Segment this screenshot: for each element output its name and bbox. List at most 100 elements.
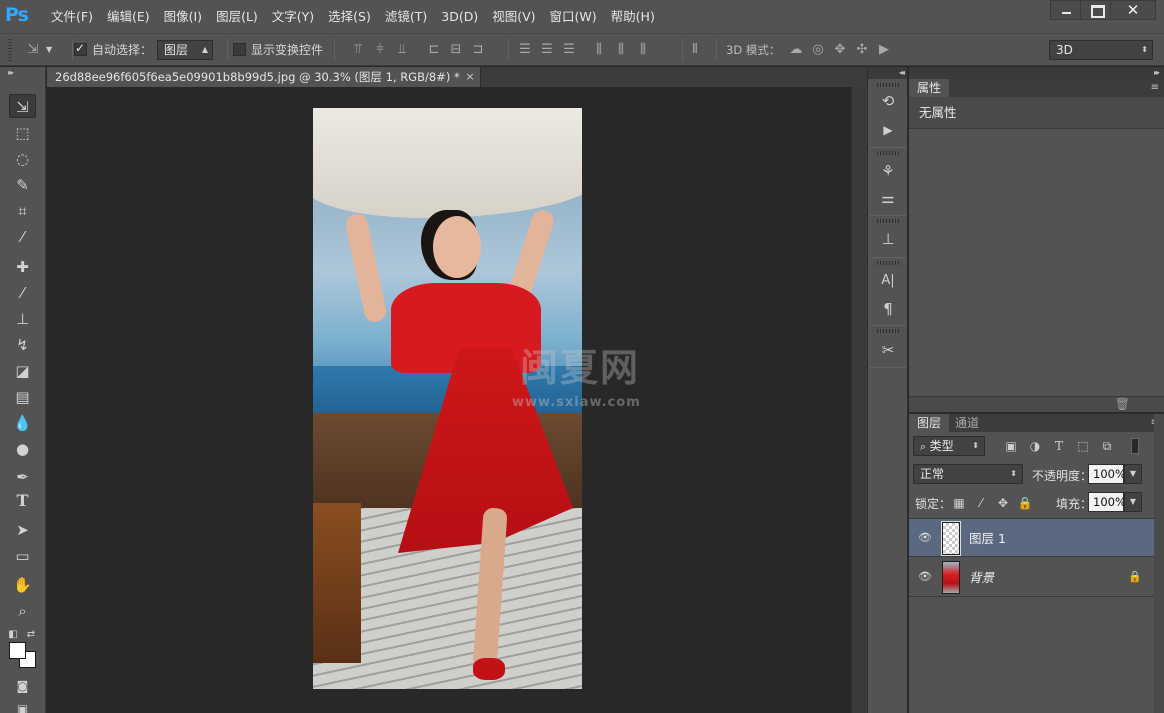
paragraph-panel-icon[interactable]: ¶ <box>876 298 900 320</box>
workspace-select[interactable]: 3D ⬍ <box>1049 39 1153 60</box>
clone-stamp-tool[interactable]: ⊥ <box>9 307 36 331</box>
history-brush-tool[interactable]: ↯ <box>9 333 36 357</box>
trash-icon[interactable]: 🗑 <box>1115 397 1130 411</box>
panel-menu-icon[interactable]: ≡ <box>1151 82 1159 93</box>
align-top-icon[interactable]: ⫪ <box>349 41 367 59</box>
blend-mode-select[interactable]: 正常 ⬍ <box>913 464 1023 484</box>
tab-channels[interactable]: 通道 <box>947 414 987 432</box>
crop-tool[interactable]: ⌗ <box>9 199 36 223</box>
align-bottom-icon[interactable]: ⫫ <box>393 41 411 59</box>
distribute-top-icon[interactable]: ☰ <box>516 41 534 59</box>
opacity-dropdown[interactable]: ▼ <box>1124 464 1142 484</box>
close-tab-icon[interactable]: × <box>466 67 475 87</box>
filter-smart-object-icon[interactable]: ⧉ <box>1099 438 1115 454</box>
tab-properties[interactable]: 属性 <box>909 79 950 97</box>
auto-select-checkbox[interactable] <box>74 41 87 56</box>
pen-tool[interactable]: ✒ <box>9 465 36 489</box>
layer-row-background[interactable]: 👁 背景 🔒 <box>909 558 1154 597</box>
type-tool[interactable]: T <box>9 491 36 515</box>
3d-orbit-icon[interactable]: ☁ <box>787 41 805 59</box>
menu-help[interactable]: 帮助(H) <box>604 0 662 33</box>
tool-preset-picker[interactable]: ⇲ ▼ <box>24 34 53 65</box>
brush-presets-icon[interactable]: ⚘ <box>876 160 900 182</box>
character-panel-icon[interactable]: A| <box>876 270 900 292</box>
menu-image[interactable]: 图像(I) <box>157 0 209 33</box>
layer-filter-kind-select[interactable]: ⌕ 类型 ⬍ <box>913 436 985 456</box>
align-hcenter-icon[interactable]: ⊟ <box>447 41 465 59</box>
menu-layer[interactable]: 图层(L) <box>209 0 265 33</box>
auto-select-toggle[interactable]: 自动选择： <box>74 34 152 65</box>
minimize-button[interactable] <box>1051 1 1081 19</box>
distribute-vcenter-icon[interactable]: ☰ <box>538 41 556 59</box>
distribute-hcenter-icon[interactable]: ⫼ <box>612 41 630 59</box>
menu-view[interactable]: 视图(V) <box>485 0 542 33</box>
lock-transparent-icon[interactable]: ▦ <box>951 495 967 511</box>
swap-colors-icon[interactable]: ⇄ <box>24 623 38 647</box>
filter-pixel-icon[interactable]: ▣ <box>1003 438 1019 454</box>
collapse-dock-icon[interactable]: ◂◂ <box>868 67 907 79</box>
distribute-right-icon[interactable]: ⫼ <box>634 41 652 59</box>
gradient-tool[interactable]: ▤ <box>9 385 36 409</box>
menu-window[interactable]: 窗口(W) <box>543 0 604 33</box>
align-right-icon[interactable]: ⊐ <box>469 41 487 59</box>
align-left-icon[interactable]: ⊏ <box>425 41 443 59</box>
opacity-input[interactable]: 100% <box>1088 464 1126 484</box>
visibility-eye-icon[interactable]: 👁 <box>918 531 932 545</box>
close-window-button[interactable]: ✕ <box>1111 1 1155 19</box>
collapse-panels-icon[interactable]: ▸▸ <box>1154 67 1160 79</box>
auto-align-layers-icon[interactable]: ⫴ <box>686 41 704 59</box>
marquee-tool[interactable]: ⬚ <box>9 121 36 145</box>
eraser-tool[interactable]: ◪ <box>9 359 36 383</box>
tab-layers[interactable]: 图层 <box>909 414 950 432</box>
align-vcenter-icon[interactable]: ⫩ <box>371 41 389 59</box>
eyedropper-tool[interactable]: ⁄ <box>9 225 36 249</box>
dock-grip[interactable] <box>877 329 899 333</box>
3d-pan-icon[interactable]: ✥ <box>831 41 849 59</box>
lock-position-icon[interactable]: ✥ <box>995 495 1011 511</box>
3d-slide-icon[interactable]: ✣ <box>853 41 871 59</box>
move-tool[interactable]: ⇲ <box>9 94 36 118</box>
fill-dropdown[interactable]: ▼ <box>1124 492 1142 512</box>
dock-grip[interactable] <box>877 261 899 265</box>
brush-tool[interactable]: ⁄ <box>9 281 36 305</box>
menu-select[interactable]: 选择(S) <box>321 0 378 33</box>
distribute-left-icon[interactable]: ⫼ <box>590 41 608 59</box>
3d-scale-icon[interactable]: ▶ <box>875 41 893 59</box>
dock-grip[interactable] <box>877 219 899 223</box>
clone-source-icon[interactable]: ⊥ <box>876 228 900 250</box>
menu-file[interactable]: 文件(F) <box>44 0 100 33</box>
history-panel-icon[interactable]: ⟲ <box>876 90 900 112</box>
filter-toggle-switch[interactable] <box>1131 438 1139 454</box>
foreground-color-swatch[interactable] <box>9 642 26 659</box>
visibility-eye-icon[interactable]: 👁 <box>918 570 932 584</box>
quick-selection-tool[interactable]: ✎ <box>9 173 36 197</box>
tool-presets-icon[interactable]: ✂ <box>876 339 900 361</box>
dock-grip[interactable] <box>877 83 899 87</box>
show-transform-checkbox[interactable] <box>233 43 246 56</box>
menu-3d[interactable]: 3D(D) <box>434 0 485 33</box>
adjustments-panel-icon[interactable]: ⚌ <box>876 187 900 209</box>
dock-grip[interactable] <box>877 151 899 155</box>
quick-mask-icon[interactable]: ◙ <box>9 674 36 698</box>
filter-adjustment-icon[interactable]: ◑ <box>1027 438 1043 454</box>
collapse-tools-icon[interactable]: ▸▸ <box>8 68 14 77</box>
path-selection-tool[interactable]: ➤ <box>9 518 36 542</box>
show-transform-toggle[interactable]: 显示变换控件 <box>233 34 323 65</box>
zoom-tool[interactable]: ⌕ <box>9 599 36 623</box>
filter-type-icon[interactable]: T <box>1051 438 1067 454</box>
blur-tool[interactable]: 💧 <box>9 411 36 435</box>
menu-edit[interactable]: 编辑(E) <box>100 0 157 33</box>
distribute-bottom-icon[interactable]: ☰ <box>560 41 578 59</box>
document-tab[interactable]: 26d88ee96f605f6ea5e09901b8b99d5.jpg @ 30… <box>47 67 481 87</box>
menu-type[interactable]: 文字(Y) <box>265 0 321 33</box>
lock-pixels-icon[interactable]: ⁄ <box>973 495 989 511</box>
layer-row-1[interactable]: 👁 图层 1 <box>909 518 1154 557</box>
lasso-tool[interactable]: ◌ <box>9 147 36 171</box>
options-bar-grip[interactable] <box>8 39 12 61</box>
actions-panel-icon[interactable]: ▶ <box>876 119 900 141</box>
menu-filter[interactable]: 滤镜(T) <box>378 0 434 33</box>
vertical-scrollbar[interactable] <box>851 87 867 713</box>
screen-mode-icon[interactable]: ▣ <box>9 697 36 713</box>
3d-roll-icon[interactable]: ◎ <box>809 41 827 59</box>
maximize-button[interactable] <box>1081 1 1111 19</box>
